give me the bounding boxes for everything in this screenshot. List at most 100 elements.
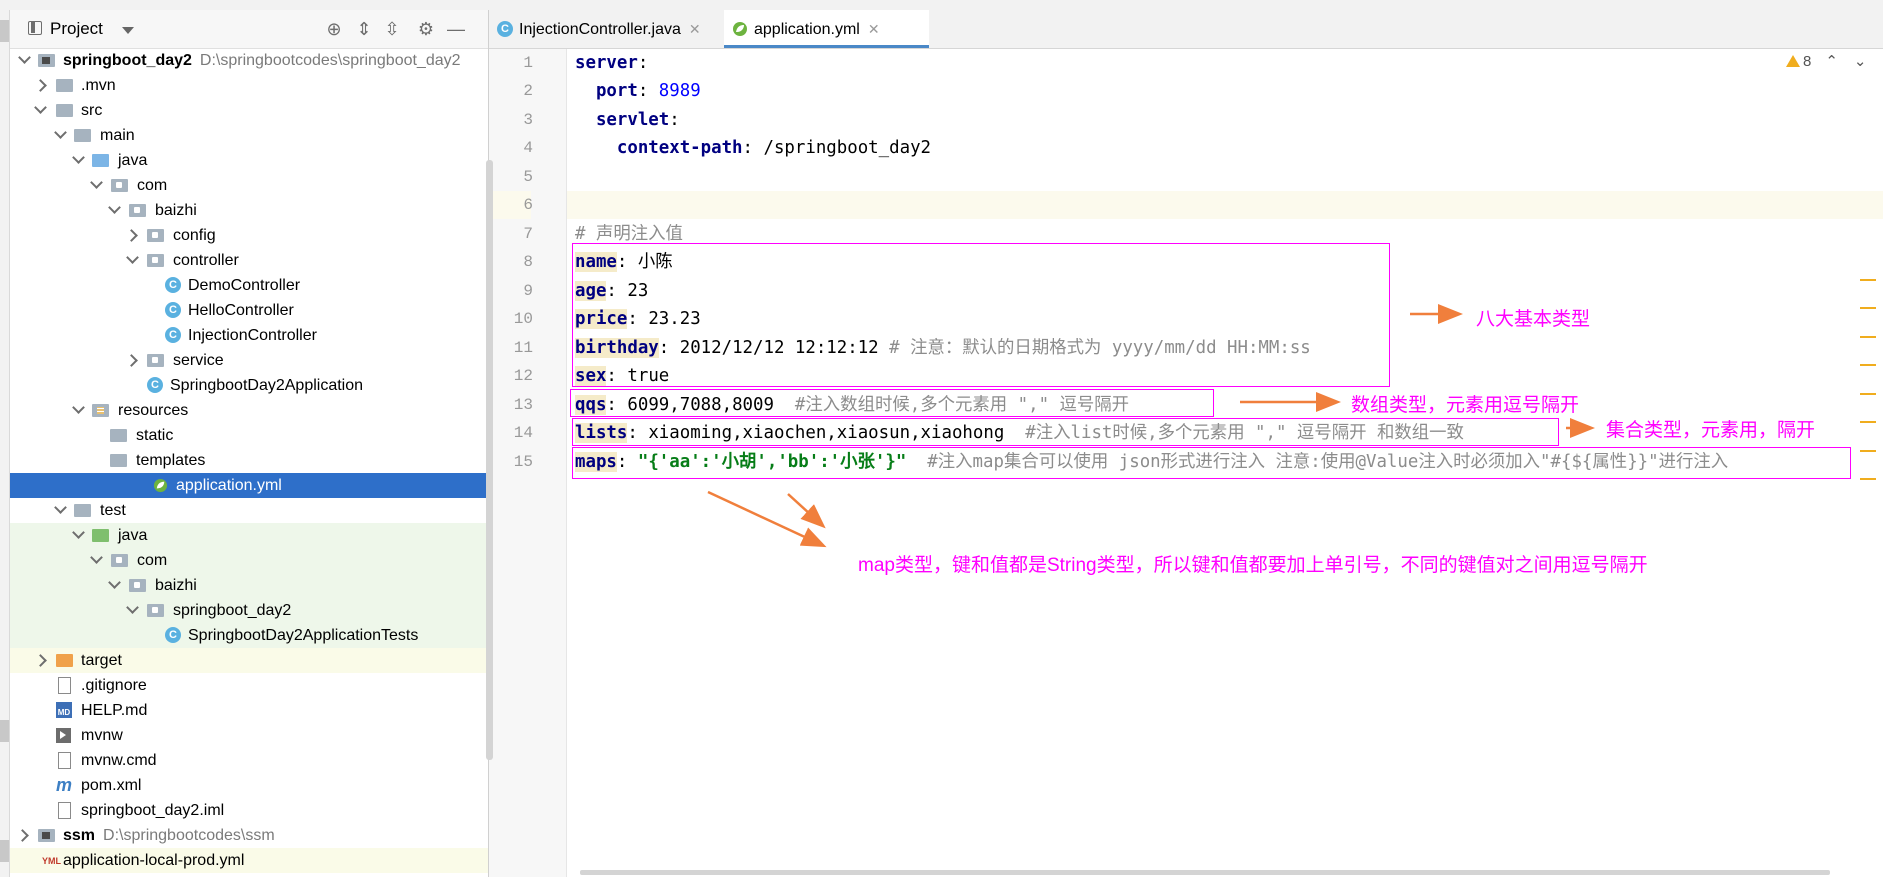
tree-item-main[interactable]: main bbox=[10, 123, 488, 148]
warning-stripe[interactable] bbox=[1860, 307, 1876, 309]
tree-item-springbootday2application[interactable]: C SpringbootDay2Application bbox=[10, 373, 488, 398]
tree-item-springboot-day2-iml[interactable]: springboot_day2.iml bbox=[10, 798, 488, 823]
expand-all-icon[interactable]: ⇕ bbox=[354, 19, 374, 39]
tree-item-label: ssm D:\springbootcodes\ssm bbox=[63, 827, 275, 844]
warning-stripe[interactable] bbox=[1860, 478, 1876, 480]
chevron-down-icon[interactable] bbox=[108, 576, 121, 589]
warning-stripe[interactable] bbox=[1860, 393, 1876, 395]
spring-boot-class-icon: C bbox=[147, 377, 163, 393]
editor-horizontal-scrollbar[interactable] bbox=[580, 870, 1830, 875]
tree-item-help-md[interactable]: MD HELP.md bbox=[10, 698, 488, 723]
line-number: 2 bbox=[523, 82, 533, 100]
tree-item-controller[interactable]: controller bbox=[10, 248, 488, 273]
chevron-up-icon[interactable]: ⌃ bbox=[1825, 53, 1838, 70]
chevron-down-icon[interactable] bbox=[72, 151, 85, 164]
project-scrollbar[interactable] bbox=[486, 160, 493, 760]
tree-item-mvnw-cmd[interactable]: mvnw.cmd bbox=[10, 748, 488, 773]
tree-item-application-yml[interactable]: application.yml bbox=[10, 473, 488, 498]
tree-item-test-java[interactable]: java bbox=[10, 523, 488, 548]
warning-stripe[interactable] bbox=[1860, 336, 1876, 338]
chevron-right-icon[interactable] bbox=[125, 229, 138, 242]
tree-item-label: pom.xml bbox=[81, 777, 142, 794]
tree-item-hellocontroller[interactable]: C HelloController bbox=[10, 298, 488, 323]
tree-item-templates[interactable]: templates bbox=[10, 448, 488, 473]
tree-item-springbootday2applicationtests[interactable]: C SpringbootDay2ApplicationTests bbox=[10, 623, 488, 648]
minimize-icon[interactable]: — bbox=[446, 19, 466, 39]
warning-stripe[interactable] bbox=[1860, 450, 1876, 452]
tree-item-ssm[interactable]: ssm D:\springbootcodes\ssm bbox=[10, 823, 488, 848]
tree-item-label: .mvn bbox=[81, 77, 116, 94]
tree-item-config[interactable]: config bbox=[10, 223, 488, 248]
gear-icon[interactable]: ⚙ bbox=[416, 19, 436, 39]
chevron-down-icon[interactable] bbox=[90, 551, 103, 564]
array-type-box bbox=[570, 389, 1214, 417]
tree-item-static[interactable]: static bbox=[10, 423, 488, 448]
tree-item-service[interactable]: service bbox=[10, 348, 488, 373]
warning-icon bbox=[1786, 55, 1800, 67]
tree-item-pom-xml[interactable]: m pom.xml bbox=[10, 773, 488, 798]
tree-item-baizhi[interactable]: baizhi bbox=[10, 198, 488, 223]
tree-item-mvn[interactable]: .mvn bbox=[10, 73, 488, 98]
tree-item-label: com bbox=[137, 177, 168, 194]
chevron-down-icon[interactable] bbox=[54, 501, 67, 514]
chevron-right-icon[interactable] bbox=[16, 829, 29, 842]
code-line-3: servlet: bbox=[595, 110, 680, 130]
tree-item-com[interactable]: com bbox=[10, 173, 488, 198]
chevron-down-icon[interactable] bbox=[72, 526, 85, 539]
line-number: 4 bbox=[523, 139, 533, 157]
tree-item-injectioncontroller[interactable]: C InjectionController bbox=[10, 323, 488, 348]
tree-item-java[interactable]: java bbox=[10, 148, 488, 173]
chevron-down-icon[interactable] bbox=[72, 401, 85, 414]
tree-item-springboot-day2[interactable]: springboot_day2 D:\springbootcodes\spring… bbox=[10, 48, 488, 73]
tree-item-mvnw[interactable]: mvnw bbox=[10, 723, 488, 748]
class-icon: C bbox=[497, 21, 513, 37]
structure-tool-tab[interactable] bbox=[0, 720, 9, 742]
chevron-down-icon[interactable] bbox=[34, 101, 47, 114]
project-tool-tab[interactable] bbox=[0, 20, 9, 42]
tree-item-src[interactable]: src bbox=[10, 98, 488, 123]
chevron-down-icon[interactable] bbox=[126, 251, 139, 264]
chevron-down-icon[interactable] bbox=[122, 27, 134, 34]
collapse-all-icon[interactable]: ⇳ bbox=[382, 19, 402, 39]
tree-item-test-springboot-day2[interactable]: springboot_day2 bbox=[10, 598, 488, 623]
tab-injectioncontroller[interactable]: C InjectionController.java ✕ bbox=[489, 10, 749, 48]
tree-item-label: main bbox=[100, 127, 135, 144]
favorites-tool-tab[interactable] bbox=[0, 840, 9, 862]
chevron-down-icon[interactable] bbox=[126, 601, 139, 614]
tree-item-test[interactable]: test bbox=[10, 498, 488, 523]
project-panel-title[interactable]: Project bbox=[50, 19, 103, 39]
tree-item-test-com[interactable]: com bbox=[10, 548, 488, 573]
chevron-down-icon[interactable] bbox=[108, 201, 121, 214]
line-number: 11 bbox=[513, 339, 533, 357]
chevron-down-icon[interactable] bbox=[54, 126, 67, 139]
tab-application-yml[interactable]: application.yml ✕ bbox=[724, 10, 929, 48]
tree-item-test-baizhi[interactable]: baizhi bbox=[10, 573, 488, 598]
warning-stripe[interactable] bbox=[1860, 364, 1876, 366]
chevron-down-icon[interactable] bbox=[90, 176, 103, 189]
close-icon[interactable]: ✕ bbox=[868, 21, 880, 37]
chevron-right-icon[interactable] bbox=[125, 354, 138, 367]
test-folder-icon bbox=[92, 529, 109, 542]
tree-item-gitignore[interactable]: .gitignore bbox=[10, 673, 488, 698]
chevron-down-icon[interactable]: ⌄ bbox=[1854, 53, 1867, 70]
tree-item-application-local-prod-yml[interactable]: YML application-local-prod.yml bbox=[10, 848, 488, 873]
inspection-widget[interactable]: 8 ⌃ ⌄ bbox=[1786, 52, 1867, 70]
tree-item-label: java bbox=[118, 527, 148, 544]
tree-item-democontroller[interactable]: C DemoController bbox=[10, 273, 488, 298]
editor-gutter: 1 2 3 4 5 6 7 8 9 10 11 12 13 14 15 bbox=[489, 49, 567, 877]
chevron-down-icon[interactable] bbox=[18, 51, 31, 64]
chevron-right-icon[interactable] bbox=[34, 79, 47, 92]
chevron-right-icon[interactable] bbox=[34, 654, 47, 667]
warning-stripe[interactable] bbox=[1860, 279, 1876, 281]
tree-item-target[interactable]: target bbox=[10, 648, 488, 673]
markdown-file-icon: MD bbox=[56, 702, 72, 718]
maven-icon: m bbox=[56, 775, 73, 795]
folder-icon bbox=[110, 454, 127, 467]
close-icon[interactable]: ✕ bbox=[689, 21, 701, 37]
line-number: 5 bbox=[523, 168, 533, 186]
tree-item-resources[interactable]: resources bbox=[10, 398, 488, 423]
warning-stripe[interactable] bbox=[1860, 421, 1876, 423]
locate-icon[interactable]: ⊕ bbox=[324, 19, 344, 39]
line-number: 1 bbox=[523, 54, 533, 72]
tree-item-label: application-local-prod.yml bbox=[63, 852, 245, 869]
